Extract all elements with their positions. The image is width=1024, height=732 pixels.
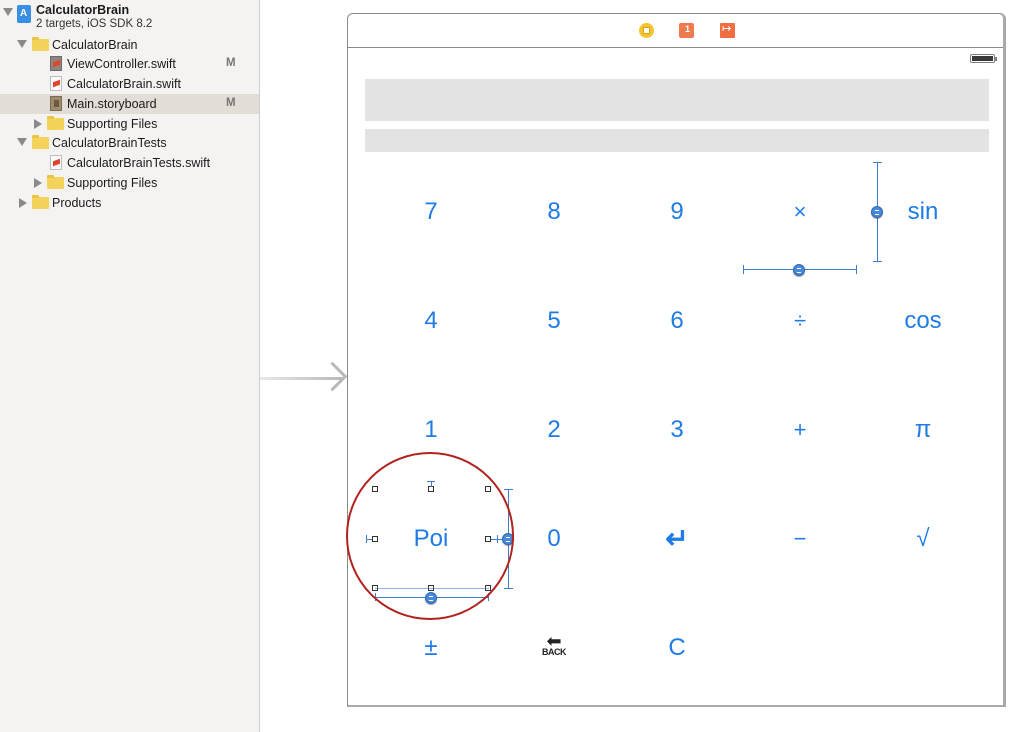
key-3-3[interactable]: − [745, 519, 855, 559]
key-1-3[interactable]: ÷ [745, 301, 855, 341]
key-1-2[interactable]: 6 [622, 301, 732, 341]
constraint-cap [743, 265, 744, 274]
swift-file-icon [50, 56, 62, 71]
scene-dock [348, 14, 1003, 48]
key-0-1[interactable]: 8 [499, 192, 609, 232]
nav-item-viewcontroller-swift[interactable]: ViewController.swift M [0, 54, 259, 74]
first-responder-icon[interactable] [679, 23, 694, 38]
swift-file-icon [50, 76, 62, 91]
constraint-handle-icon[interactable] [871, 206, 883, 218]
key-0-2[interactable]: 9 [622, 192, 732, 232]
disclosure-triangle-icon[interactable] [17, 138, 27, 146]
annotation-circle [346, 452, 514, 620]
key-3-4[interactable]: √ [868, 519, 978, 559]
key-2-3[interactable]: + [745, 410, 855, 450]
modified-badge: M [226, 97, 236, 109]
constraint-cap [504, 489, 513, 490]
key-2-4[interactable]: π [868, 410, 978, 450]
constraint-cap [504, 588, 513, 589]
arrow-head-icon [317, 361, 348, 392]
nav-item-products[interactable]: Products [0, 193, 259, 213]
back-label: BACK [542, 647, 567, 657]
nav-item-calculatorbrain-folder[interactable]: CalculatorBrain [0, 35, 259, 55]
constraint-cap [873, 162, 882, 163]
project-name: CalculatorBrain [36, 3, 130, 17]
nav-item-label: ViewController.swift [67, 57, 176, 71]
constraint-handle-icon[interactable] [793, 264, 805, 276]
disclosure-triangle-icon[interactable] [17, 40, 27, 48]
key-0-4[interactable]: sin [868, 192, 978, 232]
nav-item-main-storyboard[interactable]: Main.storyboard M [0, 94, 259, 114]
key-4-0[interactable]: ± [376, 628, 486, 668]
project-subtitle: 2 targets, iOS SDK 8.2 [36, 18, 153, 30]
folder-icon [47, 116, 64, 130]
key-3-1[interactable]: 0 [499, 519, 609, 559]
folder-icon [32, 37, 49, 51]
disclosure-triangle-icon[interactable] [34, 119, 42, 129]
nav-item-supporting-files-tests[interactable]: Supporting Files [0, 173, 259, 193]
nav-item-label: CalculatorBrainTests.swift [67, 156, 211, 170]
modified-badge: M [226, 57, 236, 69]
battery-icon [970, 54, 997, 63]
key-2-1[interactable]: 2 [499, 410, 609, 450]
swift-file-icon [50, 155, 62, 170]
nav-item-calculatorbraintests-folder[interactable]: CalculatorBrainTests [0, 133, 259, 153]
enter-button[interactable]: ↵ [622, 519, 732, 559]
nav-item-calculatorbraintests-swift[interactable]: CalculatorBrainTests.swift [0, 153, 259, 173]
xcode-project-icon [17, 5, 31, 23]
key-2-2[interactable]: 3 [622, 410, 732, 450]
nav-item-label: Main.storyboard [67, 97, 157, 111]
key-2-0[interactable]: 1 [376, 410, 486, 450]
nav-item-label: Supporting Files [67, 117, 158, 131]
nav-item-supporting-files[interactable]: Supporting Files [0, 114, 259, 134]
back-button[interactable]: ⬅ BACK [499, 628, 609, 668]
key-4-2[interactable]: C [622, 628, 732, 668]
nav-item-label: Products [52, 196, 102, 210]
disclosure-triangle-icon[interactable] [34, 178, 42, 188]
folder-icon [32, 195, 49, 209]
key-1-0[interactable]: 4 [376, 301, 486, 341]
view-controller-icon[interactable] [639, 23, 654, 38]
project-root-row[interactable]: CalculatorBrain 2 targets, iOS SDK 8.2 [0, 0, 259, 36]
exit-icon[interactable] [720, 22, 735, 38]
nav-item-label: CalculatorBrain [52, 38, 138, 52]
nav-item-label: CalculatorBrain.swift [67, 77, 181, 91]
disclosure-triangle-icon[interactable] [19, 198, 27, 208]
key-0-0[interactable]: 7 [376, 192, 486, 232]
storyboard-file-icon [50, 96, 62, 111]
history-label[interactable] [365, 129, 989, 152]
nav-item-label: Supporting Files [67, 176, 158, 190]
key-1-4[interactable]: cos [868, 301, 978, 341]
project-navigator: CalculatorBrain 2 targets, iOS SDK 8.2 C… [0, 0, 260, 732]
constraint-cap [873, 261, 882, 262]
constraint-cap [856, 265, 857, 274]
folder-icon [47, 175, 64, 189]
folder-icon [32, 135, 49, 149]
key-1-1[interactable]: 5 [499, 301, 609, 341]
key-0-3[interactable]: × [745, 192, 855, 232]
return-arrow-icon: ↵ [665, 523, 689, 554]
nav-item-label: CalculatorBrainTests [52, 136, 167, 150]
display-label[interactable] [365, 79, 989, 121]
nav-item-calculatorbrain-swift[interactable]: CalculatorBrain.swift [0, 74, 259, 94]
disclosure-triangle-icon[interactable] [3, 8, 13, 16]
